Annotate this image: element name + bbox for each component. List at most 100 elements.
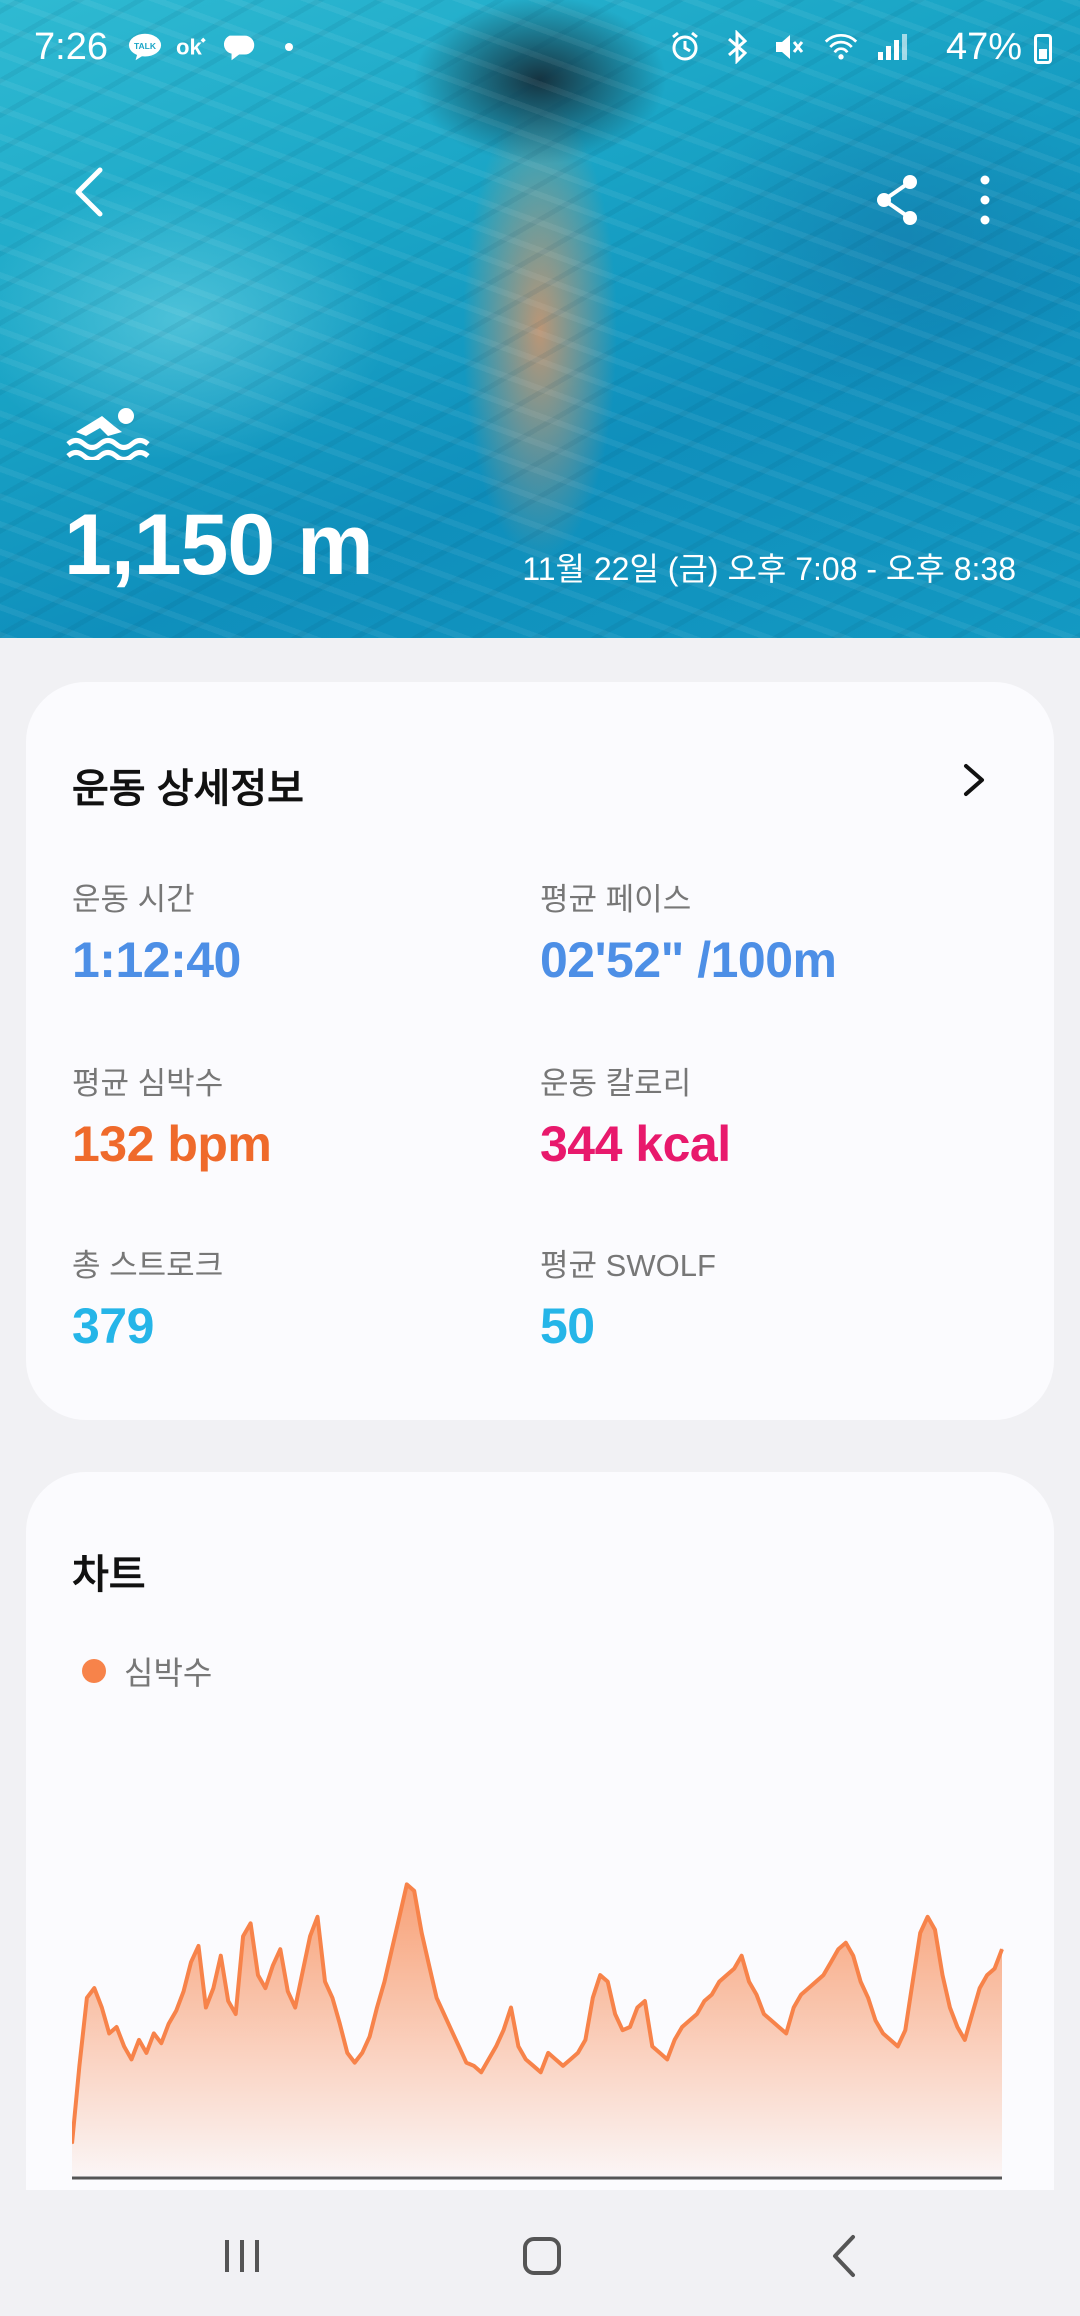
messenger-icon	[224, 30, 258, 64]
alarm-icon	[668, 30, 702, 64]
heart-rate-point	[666, 2058, 668, 2060]
heart-rate-point	[964, 2039, 966, 2041]
heart-rate-point	[927, 1916, 929, 1918]
workout-date-range: 11월 22일 (금) 오후 7:08 - 오후 8:38	[522, 551, 1016, 587]
heart-rate-point	[808, 1987, 810, 1989]
chart-card: 차트 심박수	[26, 1472, 1054, 2232]
heart-rate-point	[398, 1916, 400, 1918]
heart-rate-point	[614, 2013, 616, 2015]
heart-rate-chart	[72, 1882, 1004, 2180]
heart-rate-point	[532, 2065, 534, 2067]
metric-value: 132 bpm	[72, 1116, 272, 1172]
heart-rate-point	[436, 1997, 438, 1999]
chevron-right-icon[interactable]	[954, 760, 994, 800]
metric-calories: 운동 칼로리 344 kcal	[540, 1058, 731, 1173]
heart-rate-point	[354, 2062, 356, 2064]
heart-rate-point	[629, 2026, 631, 2028]
metric-value: 379	[72, 1298, 154, 1354]
heart-rate-point	[287, 1990, 289, 1992]
heart-rate-point	[480, 2071, 482, 2073]
legend-label: 심박수	[124, 1655, 213, 1691]
heart-rate-point	[331, 1997, 333, 1999]
metric-value: 50	[540, 1298, 595, 1354]
heart-rate-point	[770, 2019, 773, 2022]
system-back-button[interactable]	[814, 2224, 878, 2288]
heart-rate-point	[168, 2023, 170, 2025]
heart-rate-point	[726, 1974, 728, 1976]
heart-rate-point	[889, 2039, 892, 2041]
workout-hero-image: 7:26 TALK ok 47% 1,150 m 11월 22일 (금) 오후 …	[0, 0, 1080, 638]
heart-rate-point	[183, 1990, 185, 1992]
heart-rate-point	[108, 2032, 110, 2034]
heart-rate-point	[264, 1987, 266, 1989]
heart-rate-point	[852, 1955, 854, 1957]
heart-rate-point	[421, 1932, 423, 1934]
heart-rate-point	[703, 2000, 706, 2002]
metric-avg-swolf: 평균 SWOLF 50	[540, 1240, 716, 1355]
heart-rate-point	[741, 1955, 743, 1957]
heart-rate-point	[294, 2006, 296, 2009]
heart-rate-point	[160, 2042, 162, 2044]
mute-icon	[772, 30, 806, 64]
heart-rate-point	[681, 2026, 683, 2028]
heart-rate-point	[711, 1994, 713, 1996]
heart-rate-point	[584, 2039, 587, 2041]
heart-rate-point	[830, 1961, 832, 1963]
heart-rate-point	[78, 2065, 80, 2067]
recent-apps-button[interactable]	[210, 2224, 274, 2288]
metric-label: 평균 심박수	[72, 1066, 224, 1101]
heart-rate-point	[383, 1981, 386, 1983]
heart-rate-point	[93, 1987, 95, 1989]
heart-rate-point	[458, 2045, 460, 2047]
share-button[interactable]	[866, 168, 930, 232]
heart-rate-point	[755, 1994, 758, 1996]
status-time: 7:26	[34, 26, 108, 68]
workout-distance: 1,150 m	[64, 497, 374, 593]
heart-rate-point	[956, 2026, 959, 2028]
heart-rate-point	[138, 2039, 140, 2041]
workout-details-card[interactable]: 운동 상세정보 운동 시간 1:12:40 평균 페이스 02'52" /100…	[26, 682, 1054, 1420]
heart-rate-point	[718, 1981, 720, 1983]
heart-rate-point	[986, 1974, 988, 1976]
svg-text:ok: ok	[176, 35, 202, 60]
back-icon	[833, 2235, 855, 2277]
metric-value: 1:12:40	[72, 932, 241, 988]
heart-rate-point	[123, 2045, 125, 2047]
kakaotalk-icon: TALK	[128, 30, 162, 64]
metric-avg-pace: 평균 페이스 02'52" /100m	[540, 874, 837, 989]
heart-rate-point	[979, 1987, 981, 1989]
heart-rate-point	[257, 1974, 259, 1976]
bluetooth-icon	[720, 30, 754, 64]
heart-rate-point	[510, 2006, 512, 2009]
metric-label: 운동 칼로리	[540, 1066, 692, 1101]
heart-rate-point	[599, 1974, 601, 1976]
heart-rate-point	[763, 2013, 765, 2015]
metric-label: 평균 SWOLF	[540, 1248, 716, 1283]
heart-rate-point	[190, 1961, 192, 1963]
heart-rate-point	[488, 2058, 490, 2060]
metric-value: 02'52" /100m	[540, 932, 837, 988]
heart-rate-point	[659, 2052, 661, 2054]
heart-rate-point	[250, 1922, 252, 1924]
metric-label: 평균 페이스	[540, 882, 692, 917]
heart-rate-point	[919, 1932, 921, 1934]
heart-rate-point	[971, 2013, 973, 2015]
heart-rate-point	[517, 2045, 519, 2047]
heart-rate-point	[644, 2000, 646, 2002]
home-button[interactable]	[510, 2224, 574, 2288]
heart-rate-point	[116, 2026, 118, 2028]
heart-rate-point	[473, 2065, 475, 2067]
more-options-button[interactable]	[960, 168, 1010, 232]
heart-rate-point	[622, 2029, 624, 2031]
metric-total-strokes: 총 스트로크 379	[72, 1240, 223, 1355]
back-button[interactable]	[60, 160, 124, 224]
signal-icon	[876, 30, 910, 64]
metric-label: 총 스트로크	[72, 1248, 224, 1283]
heart-rate-point	[785, 2032, 787, 2034]
chevron-left-icon	[75, 167, 103, 217]
ok-icon: ok	[176, 30, 210, 64]
heart-rate-point	[525, 2058, 527, 2060]
home-icon	[523, 2237, 561, 2275]
heart-rate-point	[837, 1948, 839, 1950]
heart-rate-point	[912, 1981, 914, 1983]
